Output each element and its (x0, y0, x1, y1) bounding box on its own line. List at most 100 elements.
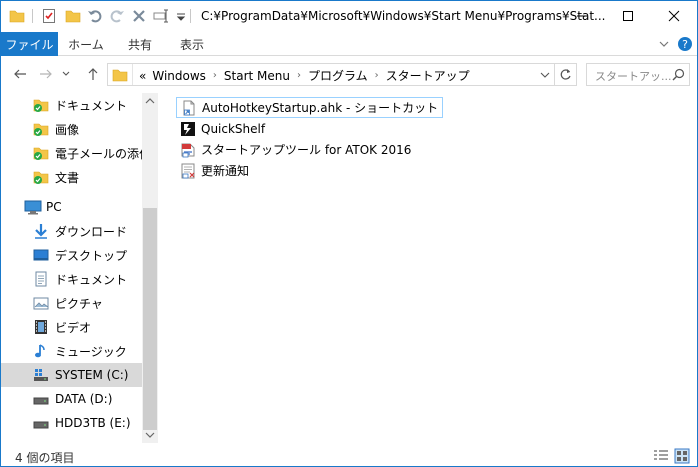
title-separator (190, 9, 191, 23)
nav-item-desktop[interactable]: デスクトップ (1, 243, 142, 267)
svg-text:?: ? (682, 38, 688, 51)
download-icon (32, 222, 50, 240)
quickshelf-icon (179, 120, 197, 138)
back-button[interactable] (11, 65, 29, 83)
undo-icon[interactable] (87, 8, 103, 24)
document-icon (32, 270, 50, 288)
breadcrumb: « Windows › Start Menu › プログラム › スタートアップ (136, 67, 473, 84)
refresh-icon (560, 69, 571, 80)
recent-locations-button[interactable] (59, 65, 73, 83)
address-bar[interactable]: « Windows › Start Menu › プログラム › スタートアップ (107, 63, 555, 86)
chevron-up-icon[interactable] (145, 96, 155, 106)
tab-home[interactable]: ホーム (63, 32, 109, 56)
breadcrumb-startup[interactable]: スタートアップ (383, 67, 473, 84)
atok-icon (179, 141, 197, 159)
nav-item-system-c[interactable]: SYSTEM (C:) (1, 363, 142, 387)
system-drive-icon (32, 366, 50, 384)
tab-view[interactable]: 表示 (169, 32, 215, 56)
nav-label: ミュージック (55, 344, 127, 359)
nav-label: 画像 (55, 122, 80, 137)
breadcrumb-overflow[interactable]: « (136, 69, 149, 83)
folder-pinned-icon (32, 168, 50, 186)
tab-file[interactable]: ファイル (1, 32, 58, 56)
nav-item-videos[interactable]: ビデオ (1, 315, 142, 339)
details-view-button[interactable] (653, 448, 669, 464)
maximize-icon (623, 11, 633, 21)
arrow-right-icon (40, 69, 52, 79)
large-icons-view-button[interactable] (674, 448, 690, 464)
nav-label: SYSTEM (C:) (55, 368, 129, 382)
delete-icon[interactable] (131, 8, 147, 24)
nav-item-downloads[interactable]: ダウンロード (1, 219, 142, 243)
help-button[interactable]: ? (677, 36, 693, 52)
maximize-button[interactable] (605, 1, 651, 31)
chevron-down-icon (62, 71, 70, 76)
chevron-right-icon[interactable]: › (293, 70, 305, 81)
title-bar: C:¥ProgramData¥Microsoft¥Windows¥Start M… (1, 1, 697, 32)
chevron-right-icon[interactable]: › (371, 70, 383, 81)
drive-icon (32, 390, 50, 408)
close-icon (668, 10, 680, 22)
ribbon-expand-button[interactable] (656, 36, 672, 52)
music-icon (32, 342, 50, 360)
nav-item-pc[interactable]: PC (1, 195, 142, 219)
nav-item-bunsho[interactable]: 文書 (1, 165, 142, 189)
file-item-ahk-shortcut[interactable]: AutoHotkeyStartup.ahk - ショートカット (176, 97, 444, 118)
navigation-pane: ドキュメント 画像 電子メールの添付 文書 PC ダウンロード デスクトップ ド… (1, 93, 158, 443)
details-view-icon (654, 450, 668, 460)
folder-icon (112, 67, 128, 83)
nav-label: 電子メールの添付 (55, 146, 152, 161)
up-button[interactable] (84, 65, 102, 83)
explorer-window: C:¥ProgramData¥Microsoft¥Windows¥Start M… (0, 0, 698, 467)
customize-qat-icon[interactable] (173, 8, 189, 24)
large-icons-view-icon (674, 448, 690, 464)
status-bar: 4 個の項目 (1, 445, 697, 467)
nav-item-hdd3tb-e[interactable]: HDD3TB (E:) (1, 411, 142, 435)
video-icon (32, 318, 50, 336)
folder-pinned-icon (32, 96, 50, 114)
properties-icon[interactable] (41, 8, 57, 24)
file-item-atok-startup-tool[interactable]: スタートアップツール for ATOK 2016 (176, 139, 415, 160)
tab-share[interactable]: 共有 (117, 32, 163, 56)
address-dropdown-button[interactable] (539, 69, 551, 81)
nav-item-email-attachments[interactable]: 電子メールの添付 (1, 141, 151, 165)
nav-label: ドキュメント (55, 272, 128, 287)
nav-item-music[interactable]: ミュージック (1, 339, 142, 363)
nav-label: ビデオ (55, 320, 92, 335)
nav-item-documents-quick[interactable]: ドキュメント (1, 93, 142, 117)
close-button[interactable] (651, 1, 697, 31)
file-label: QuickShelf (201, 121, 266, 136)
scrollbar-thumb[interactable] (143, 208, 157, 430)
new-folder-icon[interactable] (65, 8, 81, 24)
breadcrumb-windows[interactable]: Windows (149, 69, 209, 83)
update-notify-icon (179, 162, 197, 180)
chevron-right-icon[interactable]: › (209, 70, 221, 81)
chevron-down-icon[interactable] (145, 430, 155, 440)
file-item-update-notify[interactable]: 更新通知 (176, 160, 253, 181)
breadcrumb-start-menu[interactable]: Start Menu (221, 69, 293, 83)
search-box[interactable]: スタートアッ... (586, 63, 690, 86)
folder-pinned-icon (32, 120, 50, 138)
chevron-down-icon (659, 41, 669, 47)
redo-icon[interactable] (109, 8, 125, 24)
nav-scrollbar[interactable] (142, 93, 158, 443)
nav-label: 文書 (55, 170, 80, 185)
file-label: 更新通知 (201, 164, 250, 178)
rename-icon[interactable] (153, 8, 169, 24)
minimize-button[interactable] (559, 1, 605, 31)
search-icon[interactable] (672, 68, 685, 81)
forward-button[interactable] (37, 65, 55, 83)
nav-item-images-quick[interactable]: 画像 (1, 117, 142, 141)
ribbon-tabs: ファイル ホーム 共有 表示 ? (1, 32, 697, 56)
chevron-down-icon (540, 72, 550, 78)
drive-icon (32, 414, 50, 432)
nav-item-pictures[interactable]: ピクチャ (1, 291, 142, 315)
refresh-button[interactable] (555, 63, 577, 86)
nav-item-data-d[interactable]: DATA (D:) (1, 387, 142, 411)
file-label: スタートアップツール for ATOK 2016 (201, 143, 412, 157)
help-icon: ? (678, 37, 692, 51)
folder-pinned-icon (32, 144, 50, 162)
breadcrumb-programs[interactable]: プログラム (305, 67, 371, 84)
nav-item-documents[interactable]: ドキュメント (1, 267, 142, 291)
file-item-quickshelf[interactable]: QuickShelf (176, 118, 269, 139)
